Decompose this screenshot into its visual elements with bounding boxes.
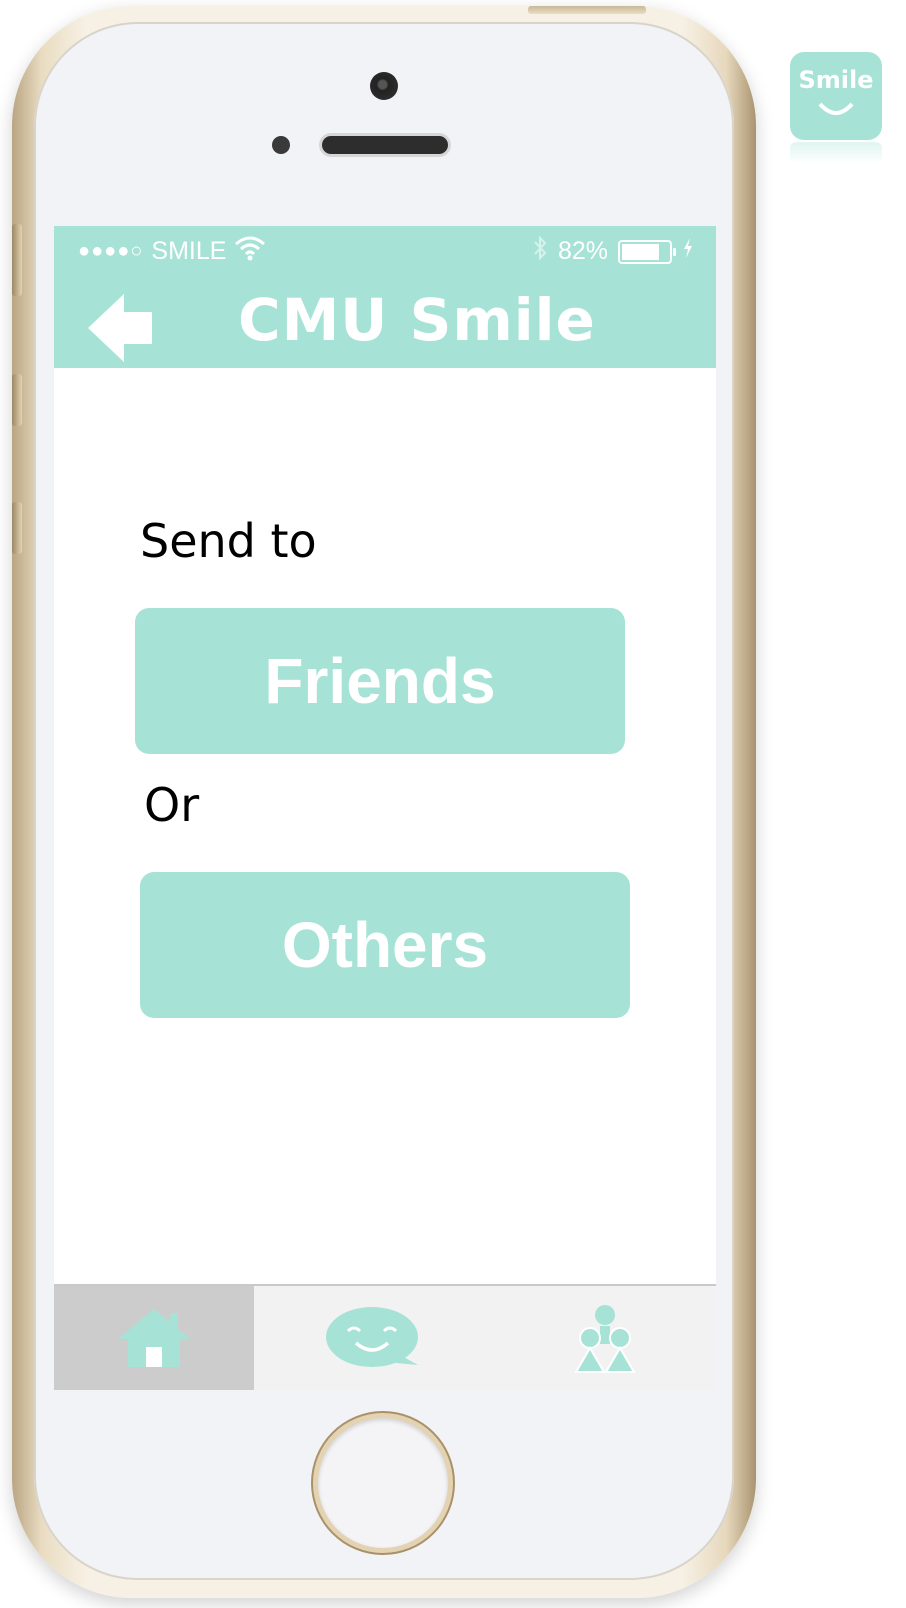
people-icon — [574, 1305, 636, 1373]
send-to-label: Send to — [140, 514, 317, 568]
volume-up-button — [12, 374, 22, 426]
mute-switch — [12, 224, 22, 296]
tab-smile[interactable] — [254, 1286, 494, 1390]
tab-home[interactable] — [54, 1286, 254, 1390]
charging-icon — [682, 237, 694, 266]
app-icon-reflection — [790, 142, 882, 164]
battery-fill — [622, 243, 659, 260]
navigation-bar: CMU Smile — [54, 272, 716, 368]
page-title: CMU Smile — [238, 286, 596, 354]
or-label: Or — [144, 778, 200, 832]
tab-bar — [54, 1284, 716, 1390]
bluetooth-icon — [532, 235, 548, 268]
friends-button[interactable]: Friends — [135, 608, 625, 754]
back-button[interactable] — [86, 292, 160, 366]
tab-people[interactable] — [494, 1286, 716, 1390]
home-icon — [118, 1309, 190, 1367]
status-bar: ●●●●○ SMILE 82% — [54, 226, 716, 272]
main-content: Send to Friends Or Others — [54, 368, 716, 1312]
proximity-sensor — [272, 136, 290, 154]
home-button[interactable] — [318, 1418, 448, 1548]
volume-down-button — [12, 502, 22, 554]
app-icon-label: Smile — [798, 66, 874, 94]
front-camera — [370, 72, 398, 100]
app-icon: Smile — [790, 52, 882, 140]
wifi-icon — [234, 235, 266, 268]
app-screen: ●●●●○ SMILE 82% CMU Smile Send to Friend… — [54, 226, 716, 1390]
back-arrow-icon — [88, 294, 152, 362]
carrier-name: SMILE — [151, 237, 227, 265]
battery-icon — [618, 239, 676, 264]
power-button — [528, 6, 646, 14]
battery-percent: 82% — [557, 237, 608, 265]
earpiece-speaker — [322, 136, 448, 154]
smile-icon — [818, 102, 854, 115]
smile-chat-icon — [326, 1307, 418, 1367]
signal-strength: ●●●●○ — [78, 240, 144, 262]
others-button[interactable]: Others — [140, 872, 630, 1018]
